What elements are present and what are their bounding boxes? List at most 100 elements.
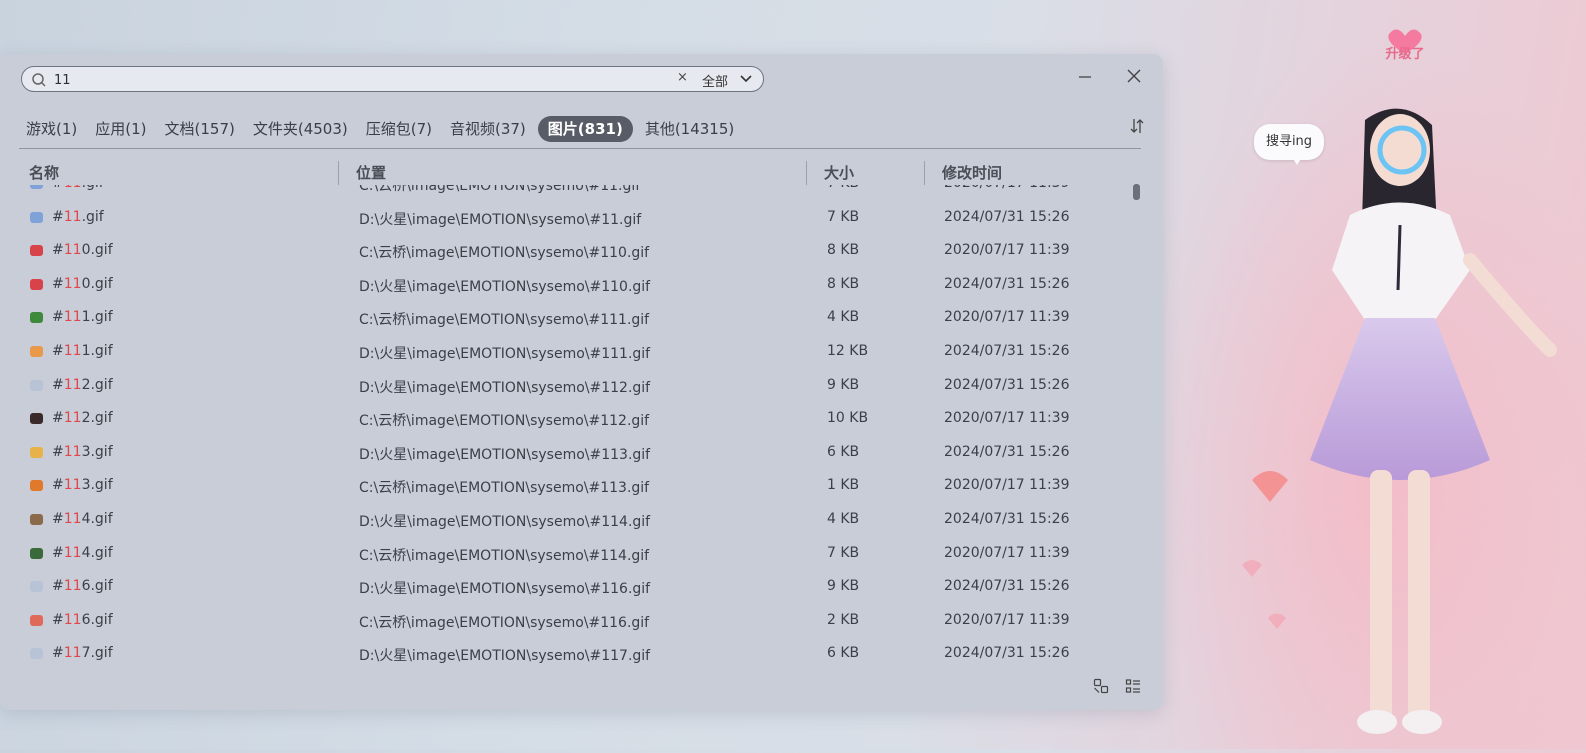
tab-5[interactable]: 音视频(37) [444,116,532,142]
chevron-down-icon[interactable] [740,74,752,84]
file-name-prefix: # [52,343,64,359]
column-resize-handle[interactable] [338,161,339,185]
results-scrollbar[interactable] [1133,184,1140,200]
file-name-suffix: 0.gif [81,275,113,292]
search-bar[interactable]: × 全部 [21,66,764,92]
table-row[interactable]: #114.gif C:\云桥\image\EMOTION\sysemo\#114.… [0,538,1140,571]
file-path: C:\云桥\image\EMOTION\sysemo\#114.gif [359,547,650,564]
level-up-logo: 升级了 [1385,29,1425,62]
table-row[interactable]: #113.gif D:\火星\image\EMOTION\sysemo\#113.… [0,437,1140,470]
close-button[interactable] [1126,68,1142,84]
file-path: D:\火星\image\EMOTION\sysemo\#114.gif [359,514,651,530]
column-modified-header[interactable]: 修改时间 [942,162,1002,183]
table-row[interactable]: #110.gif C:\云桥\image\EMOTION\sysemo\#110.… [0,235,1140,268]
gif-thumbnail-icon [30,581,43,593]
file-path: D:\火星\image\EMOTION\sysemo\#11.gif [359,211,642,228]
tab-7[interactable]: 其他(14315) [639,116,740,142]
file-modified-time: 2024/07/31 15:26 [944,343,1070,359]
tab-4[interactable]: 压缩包(7) [360,116,438,142]
file-size: 8 KB [827,275,860,292]
file-name-prefix: # [52,511,64,527]
minimize-button[interactable] [1077,68,1093,84]
file-name: #117.gif [52,645,113,661]
table-row[interactable]: #111.gif D:\火星\image\EMOTION\sysemo\#111.… [0,336,1140,369]
file-modified-time: 2020/07/17 11:39 [944,309,1070,326]
table-row[interactable]: #113.gif C:\云桥\image\EMOTION\sysemo\#113.… [0,470,1140,503]
mascot-character[interactable] [1170,0,1586,749]
scope-dropdown-label[interactable]: 全部 [702,71,728,90]
sort-icon[interactable] [1128,117,1146,135]
category-tabs: 游戏(1) 应用(1) 文档(157) 文件夹(4503) 压缩包(7) 音视频(37) 图… [20,116,746,144]
table-row[interactable]: #11.gif D:\火星\image\EMOTION\sysemo\#11.gi… [0,202,1140,235]
table-row[interactable]: #112.gif C:\云桥\image\EMOTION\sysemo\#112.… [0,403,1140,436]
speech-bubble: 搜寻ing [1254,124,1324,160]
table-row[interactable]: #11.gif C:\云桥\image\EMOTION\sysemo\#11.gi… [0,185,1140,201]
match-highlight: 11 [63,544,82,561]
file-name: #116.gif [52,612,113,628]
column-name-header[interactable]: 名称 [29,162,59,183]
gif-thumbnail-icon [30,346,43,357]
file-name: #110.gif [52,242,113,258]
file-name: #114.gif [52,545,113,561]
file-path: C:\云桥\image\EMOTION\sysemo\#116.gif [359,614,650,631]
file-name-prefix: # [52,544,64,561]
file-modified-time: 2020/07/17 11:39 [944,611,1070,628]
gif-thumbnail-icon [30,379,43,391]
file-size: 6 KB [827,645,860,662]
file-name-prefix: # [52,578,64,595]
search-input[interactable] [52,70,656,90]
file-path: D:\火星\image\EMOTION\sysemo\#117.gif [359,648,651,665]
tab-1[interactable]: 应用(1) [89,116,152,142]
match-highlight: 11 [63,511,82,527]
results-list: #11.gifC:\云桥\image\EMOTION\sysemo\#11.gi… [0,185,1140,669]
logo-text: 升级了 [1385,46,1424,62]
clear-search-button[interactable]: × [677,70,688,85]
match-highlight: 11 [63,645,82,662]
table-row[interactable]: #117.gif D:\火星\image\EMOTION\sysemo\#117.… [0,638,1140,669]
file-modified-time: 2024/07/31 15:26 [944,208,1070,225]
file-size: 9 KB [827,578,860,595]
file-size: 9 KB [827,376,860,393]
column-size-header[interactable]: 大小 [824,162,854,183]
file-name-suffix: 2.gif [81,376,113,393]
tab-2[interactable]: 文档(157) [159,116,241,142]
match-highlight: 11 [63,477,82,494]
file-size: 4 KB [827,511,860,527]
gif-thumbnail-icon [30,245,43,257]
file-size: 1 KB [827,477,860,494]
tab-6[interactable]: 图片(831) [537,116,633,142]
file-name-prefix: # [52,185,64,191]
table-row[interactable]: #112.gif D:\火星\image\EMOTION\sysemo\#112.… [0,370,1140,403]
file-name: #11.gif [52,209,104,225]
file-name-suffix: 6.gif [81,578,113,595]
file-name-suffix: 3.gif [81,477,113,494]
preview-toggle-icon[interactable] [1093,678,1109,694]
file-path: C:\云桥\image\EMOTION\sysemo\#112.gif [359,413,650,430]
list-view-icon[interactable] [1125,678,1141,694]
file-modified-time: 2024/07/31 15:26 [944,578,1070,595]
file-name-prefix: # [52,611,64,628]
table-row[interactable]: #116.gif D:\火星\image\EMOTION\sysemo\#116.… [0,571,1140,604]
tab-3[interactable]: 文件夹(4503) [247,116,354,142]
file-size: 8 KB [827,242,860,259]
gif-thumbnail-icon [30,547,43,559]
table-row[interactable]: #110.gif D:\火星\image\EMOTION\sysemo\#110.… [0,269,1140,302]
column-resize-handle[interactable] [924,161,925,185]
table-row[interactable]: #111.gif C:\云桥\image\EMOTION\sysemo\#111.… [0,302,1140,335]
file-path: C:\云桥\image\EMOTION\sysemo\#110.gif [359,245,650,262]
match-highlight: 11 [63,443,82,460]
match-highlight: 11 [64,185,82,191]
file-name: #116.gif [52,578,113,594]
file-name-suffix: 7.gif [81,645,113,662]
file-name: #113.gif [52,444,113,460]
gif-thumbnail-icon [30,278,43,290]
file-size: 4 KB [827,309,860,326]
table-row[interactable]: #114.gif D:\火星\image\EMOTION\sysemo\#114.… [0,504,1140,537]
file-name-suffix: 3.gif [81,443,113,460]
table-row[interactable]: #116.gif C:\云桥\image\EMOTION\sysemo\#116.… [0,605,1140,638]
match-highlight: 11 [63,611,82,628]
file-name-suffix: 1.gif [81,343,113,359]
tab-0[interactable]: 游戏(1) [20,116,83,142]
column-resize-handle[interactable] [806,161,807,185]
column-path-header[interactable]: 位置 [356,162,386,183]
